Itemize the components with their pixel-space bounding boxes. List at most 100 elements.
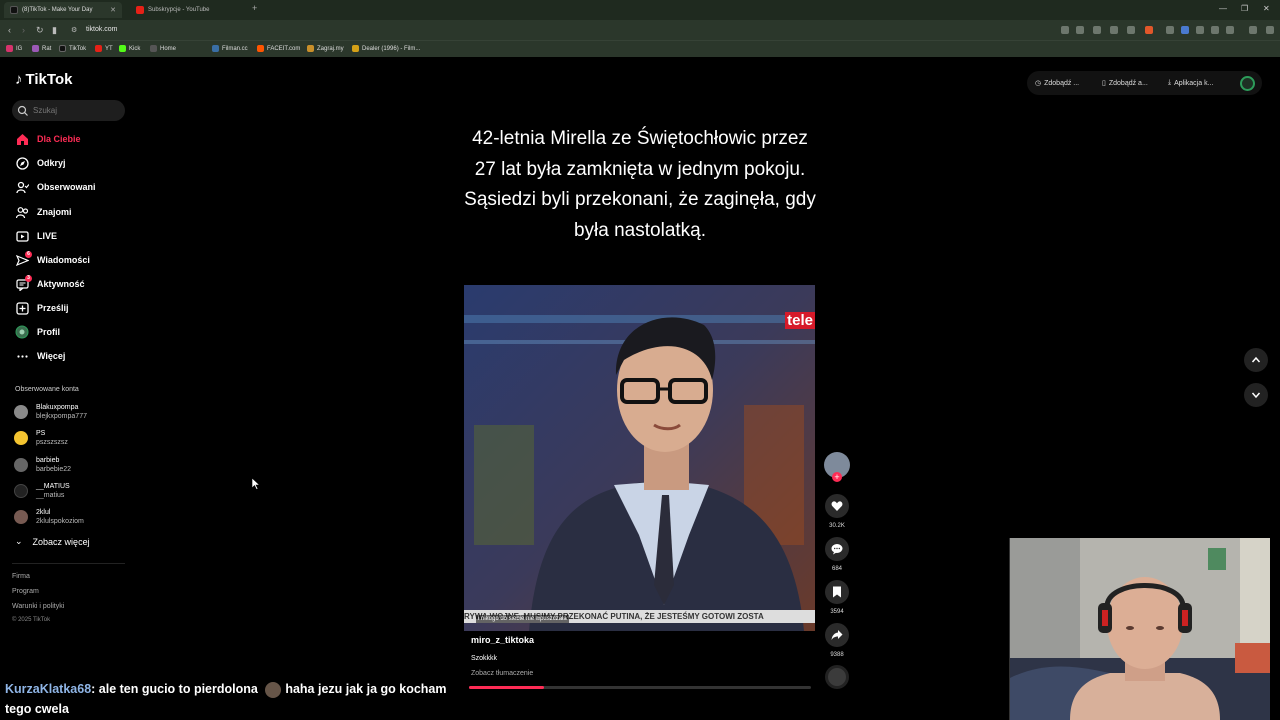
bookmark-rat[interactable]: Rat <box>32 45 51 52</box>
new-tab-icon[interactable]: + <box>252 3 257 13</box>
see-translation-link[interactable]: Zobacz tłumaczenie <box>471 670 533 677</box>
forward-icon[interactable]: › <box>22 25 25 35</box>
like-button[interactable] <box>825 494 849 518</box>
bookmark-kick[interactable]: Kick <box>119 45 140 52</box>
bookmark-filman[interactable]: Filman.cc <box>212 45 248 52</box>
puzzle-icon[interactable] <box>1196 26 1204 34</box>
bookmark-label: FACEIT.com <box>267 45 301 52</box>
bookmarks-bar: IG Rat TikTok YT Kick Home Filman.cc FAC… <box>0 40 1280 57</box>
rat-icon <box>32 45 39 52</box>
previous-video-button[interactable] <box>1244 348 1268 372</box>
footer-link[interactable]: Firma <box>12 573 30 580</box>
save-button[interactable] <box>825 580 849 604</box>
music-disc-icon[interactable] <box>825 665 849 689</box>
comment-button[interactable] <box>825 537 849 561</box>
close-tab-icon[interactable]: ✕ <box>110 6 116 14</box>
account-handle: __matius <box>36 492 65 499</box>
nav-label: Wiadomości <box>37 255 90 265</box>
nav-messages[interactable]: 6 Wiadomości <box>15 251 90 268</box>
window-close-icon[interactable]: ✕ <box>1263 4 1270 13</box>
bookmark-home[interactable]: Home <box>150 45 176 52</box>
bookmark-dealer[interactable]: Dealer (1996) - Film... <box>352 45 420 52</box>
bookmark-ig[interactable]: IG <box>6 45 22 52</box>
next-video-button[interactable] <box>1244 383 1268 407</box>
see-more-label: Zobacz więcej <box>32 536 90 547</box>
video-author[interactable]: miro_z_tiktoka <box>471 635 534 645</box>
download-icon[interactable] <box>1211 26 1219 34</box>
chat-username: KurzaKlatka68 <box>5 682 92 696</box>
followed-account[interactable]: PS pszszszsz <box>14 427 68 449</box>
extension-icon[interactable] <box>1181 26 1189 34</box>
chat-line: tego cwela <box>5 699 447 719</box>
extension-icon[interactable] <box>1061 26 1069 34</box>
tiktok-note-icon: ♪ <box>15 71 23 88</box>
extension-icon[interactable] <box>1076 26 1084 34</box>
nav-explore[interactable]: Odkryj <box>15 155 66 171</box>
nav-label: Profil <box>37 327 61 337</box>
minimize-icon[interactable]: — <box>1219 4 1227 13</box>
share-button[interactable] <box>825 623 849 647</box>
avatar <box>14 484 28 498</box>
nav-label: Znajomi <box>37 207 72 217</box>
bookmark-tiktok[interactable]: TikTok <box>59 45 86 52</box>
footer-link[interactable]: Program <box>12 588 39 595</box>
bookmark-label: Rat <box>42 45 52 52</box>
extension-icon[interactable] <box>1166 26 1174 34</box>
followed-account[interactable]: Blakuxpompa blejkxpompa777 <box>14 401 87 423</box>
nav-more[interactable]: Więcej <box>15 348 65 364</box>
sidebar-icon[interactable] <box>1249 26 1257 34</box>
nav-upload[interactable]: Prześlij <box>15 300 69 316</box>
search-input[interactable] <box>33 106 113 115</box>
bookmark-faceit[interactable]: FACEIT.com <box>257 45 300 52</box>
get-app-button[interactable]: ▯ Zdobądź a... <box>1102 79 1148 88</box>
link-icon[interactable] <box>1226 26 1234 34</box>
menu-icon[interactable] <box>1266 26 1274 34</box>
see-more-button[interactable]: ⌄ Zobacz więcej <box>15 536 90 547</box>
desktop-app-button[interactable]: ⤓ Aplikacja k... <box>1168 79 1213 87</box>
nav-activity[interactable]: 3 Aktywność <box>15 275 85 292</box>
footer-link[interactable]: Warunki i polityki <box>12 603 64 610</box>
nav-label: Obserwowani <box>37 182 96 192</box>
comment-count: 684 <box>831 566 842 572</box>
user-avatar[interactable] <box>1240 76 1255 91</box>
follow-plus-icon[interactable]: + <box>832 472 842 482</box>
bookmark-yt[interactable]: YT <box>95 45 113 52</box>
translate-icon[interactable] <box>1093 26 1101 34</box>
share-icon[interactable] <box>1127 26 1135 34</box>
followed-account[interactable]: __MATIUS __matius <box>14 480 70 502</box>
nav-profile[interactable]: Profil <box>15 324 60 340</box>
restore-icon[interactable]: ❐ <box>1241 4 1248 13</box>
video-caption: i nikogo do siebie nie wpuszczała <box>476 615 569 623</box>
stream-chat-overlay: KurzaKlatka68: ale ten gucio to pierdolo… <box>5 679 447 719</box>
coin-icon: ◷ <box>1035 80 1042 87</box>
nav-for-you[interactable]: Dla Ciebie <box>15 131 81 147</box>
tiktok-favicon-icon <box>10 6 18 14</box>
back-icon[interactable]: ‹ <box>8 25 11 35</box>
tab-youtube[interactable]: Subskrypcje - YouTube <box>130 2 248 18</box>
tiktok-logo[interactable]: ♪ TikTok <box>15 71 72 88</box>
bookmark-zagraj[interactable]: Zagraj.my <box>307 45 344 52</box>
video-player[interactable]: tele RYWA WOJNE. MUSIMY PRZEKONAĆ PUTINA… <box>464 285 815 631</box>
nav-friends[interactable]: Znajomi <box>15 204 72 220</box>
activity-icon: 3 <box>15 275 32 291</box>
get-coins-button[interactable]: ◷ Zdobądź ... <box>1035 79 1080 88</box>
bookmark-icon[interactable]: ▮ <box>52 25 57 36</box>
video-progress-bar[interactable] <box>469 686 811 689</box>
brave-shield-icon[interactable] <box>1145 26 1153 34</box>
search-box[interactable] <box>12 100 125 121</box>
nav-label: Odkryj <box>37 158 66 168</box>
account-name: __MATIUS <box>36 483 70 490</box>
site-info-icon[interactable]: ⚙ <box>71 26 77 34</box>
zoom-icon[interactable] <box>1110 26 1118 34</box>
chat-line: KurzaKlatka68: ale ten gucio to pierdolo… <box>5 679 447 699</box>
tab-tiktok[interactable]: (8)TikTok - Make Your Day ✕ <box>4 2 122 18</box>
followed-account[interactable]: barbieb barbebie22 <box>14 454 71 476</box>
notification-badge: 3 <box>25 275 32 282</box>
url-field[interactable]: tiktok.com <box>86 26 118 33</box>
share-count: 9388 <box>830 652 844 658</box>
followed-account[interactable]: 2klul 2klulspokoziom <box>14 506 84 528</box>
action-label: Zdobądź ... <box>1044 79 1080 87</box>
reload-icon[interactable]: ↻ <box>36 25 44 36</box>
nav-live[interactable]: LIVE <box>15 228 57 244</box>
nav-following[interactable]: Obserwowani <box>15 179 96 195</box>
